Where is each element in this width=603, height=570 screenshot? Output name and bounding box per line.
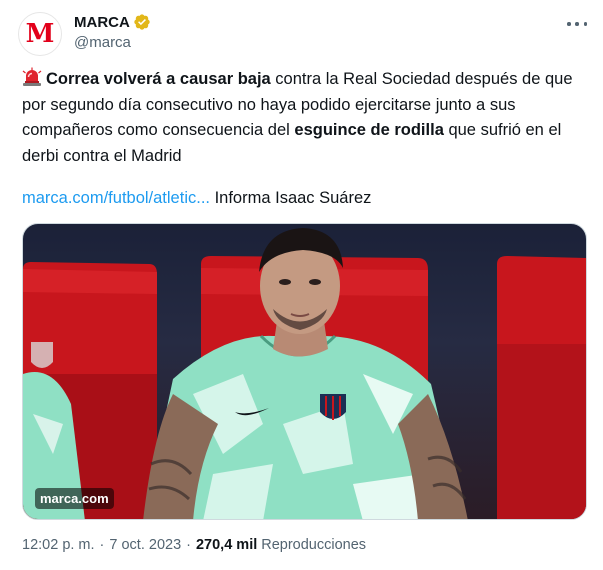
article-link[interactable]: marca.com/futbol/atletic... [22,189,210,207]
avatar[interactable]: M [18,12,62,56]
views-label: Reproducciones [261,537,367,553]
tweet-text: Correa volverá a causar baja contra la R… [22,67,592,169]
meta-separator: · [99,537,105,553]
tweet-time[interactable]: 12:02 p. m. [22,537,95,553]
views-count[interactable]: 270,4 mil [196,537,257,553]
author-credit: Informa Isaac Suárez [210,189,372,207]
author-info: MARCA @marca [74,12,151,51]
tweet-date[interactable]: 7 oct. 2023 [109,537,181,553]
author-name-row: MARCA [74,12,151,32]
handle[interactable]: @marca [74,34,151,51]
tweet-metadata: 12:02 p. m. · 7 oct. 2023 · 270,4 mil Re… [22,537,366,553]
meta-separator-2: · [186,537,191,553]
tweet-card: M MARCA @marca Correa volverá a causar b… [0,0,603,570]
avatar-logo-letter: M [25,19,55,49]
verified-badge-icon [134,14,150,30]
photo-player-on-bench [23,228,586,519]
injury-bold-text: esguince de rodilla [294,121,444,139]
headline-bold-text: Correa volverá a causar baja [46,70,271,88]
more-options-icon[interactable] [567,16,587,32]
police-car-light-icon [22,67,42,86]
display-name[interactable]: MARCA [74,14,130,31]
media-watermark: marca.com [35,488,114,509]
source-line: marca.com/futbol/atletic... Informa Isaa… [22,186,371,211]
tweet-photo[interactable]: marca.com [22,223,587,520]
